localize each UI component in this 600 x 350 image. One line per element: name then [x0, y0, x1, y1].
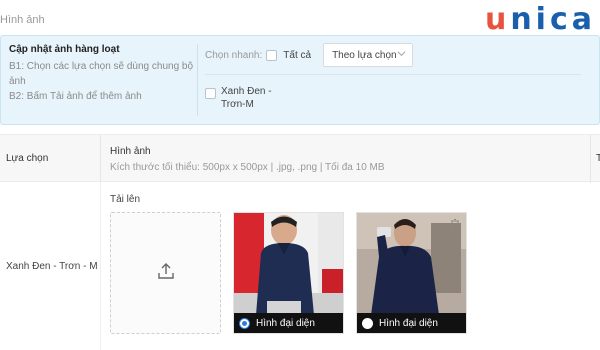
- row-divider: [100, 182, 101, 350]
- chevron-down-icon: [397, 49, 406, 60]
- product-photo-1: [234, 213, 343, 315]
- bulk-instructions: Cập nhật ảnh hàng loạt B1: Chọn các lựa …: [9, 44, 195, 104]
- column-divider: [100, 135, 101, 183]
- column-divider: [590, 135, 591, 183]
- unica-logo: unica: [485, 2, 596, 37]
- avatar-option-2[interactable]: Hình đại diện: [357, 313, 466, 333]
- select-all-label: Tất cả: [283, 49, 312, 61]
- page-title: Hình ảnh: [0, 14, 45, 26]
- avatar-radio-2[interactable]: [362, 317, 373, 329]
- select-all-checkbox[interactable]: [266, 49, 278, 61]
- bulk-title: Cập nhật ảnh hàng loạt: [9, 44, 120, 55]
- quick-separator: [205, 74, 581, 75]
- avatar-radio-1[interactable]: [239, 317, 250, 329]
- bulk-update-panel: Cập nhật ảnh hàng loạt B1: Chọn các lựa …: [0, 35, 600, 125]
- product-image-2[interactable]: Hình đại diện: [356, 212, 467, 334]
- variant-checkbox[interactable]: [205, 88, 216, 99]
- column-header-image: Hình ảnh: [110, 146, 151, 157]
- column-header-choice: Lựa chọn: [6, 153, 49, 164]
- logo-rest: nica: [510, 2, 596, 37]
- upload-dropzone[interactable]: [110, 212, 221, 334]
- avatar-radio-label-2: Hình đại diện: [379, 317, 438, 329]
- column-header-truncated: T: [596, 153, 600, 164]
- image-requirements: Kích thước tối thiểu: 500px x 500px | .j…: [110, 162, 385, 173]
- bulk-step-2: B2: Bấm Tải ảnh để thêm ảnh: [9, 91, 142, 102]
- bulk-divider: [197, 44, 198, 116]
- selection-mode-value: Theo lựa chọn: [332, 49, 397, 61]
- upload-label: Tải lên: [110, 194, 141, 205]
- avatar-option-1[interactable]: Hình đại diện: [234, 313, 343, 333]
- avatar-radio-label-1: Hình đại diện: [256, 317, 315, 329]
- delete-image-icon[interactable]: [449, 217, 461, 230]
- upload-icon: [156, 261, 176, 286]
- selection-mode-dropdown[interactable]: Theo lựa chọn: [323, 43, 414, 67]
- table-header: Lựa chọn Hình ảnh Kích thước tối thiểu: …: [0, 134, 600, 183]
- quick-select-label: Chọn nhanh:: [205, 49, 263, 61]
- logo-u: u: [484, 2, 511, 37]
- bulk-step-1: B1: Chọn các lựa chọn sẽ dùng chung bộ ả…: [9, 61, 194, 87]
- variant-checkbox-label: Xanh Đen - Trơn-M: [221, 86, 272, 110]
- quick-select-row: Chọn nhanh: Tất cả Theo lựa chọn: [205, 43, 414, 67]
- variant-name: Xanh Đen - Trơn - M: [6, 261, 98, 272]
- product-image-1[interactable]: Hình đại diện: [233, 212, 344, 334]
